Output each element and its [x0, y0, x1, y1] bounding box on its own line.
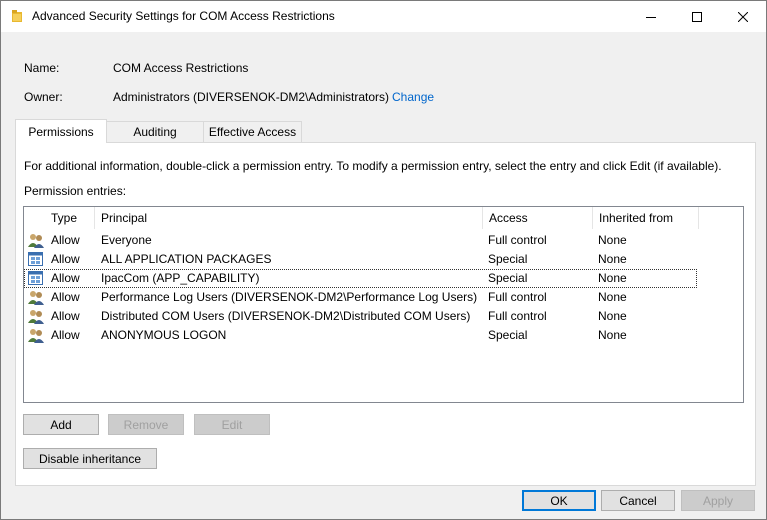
tab-permissions[interactable]: Permissions — [15, 119, 107, 143]
edit-button-label: Edit — [221, 417, 243, 432]
row-inherited: None — [598, 233, 627, 247]
row-inherited: None — [598, 252, 627, 266]
remove-button[interactable]: Remove — [108, 414, 184, 435]
column-header-inherited-from[interactable]: Inherited from — [593, 207, 699, 229]
apply-button[interactable]: Apply — [681, 490, 755, 511]
row-access: Full control — [488, 290, 547, 304]
row-type: Allow — [51, 328, 80, 342]
row-type: Allow — [51, 309, 80, 323]
name-label: Name: — [24, 61, 60, 75]
advanced-security-window: Advanced Security Settings for COM Acces… — [0, 0, 767, 520]
row-inherited: None — [598, 271, 627, 285]
user-group-icon — [28, 309, 44, 324]
title-bar[interactable]: Advanced Security Settings for COM Acces… — [1, 1, 766, 32]
apply-button-label: Apply — [702, 493, 734, 508]
info-text: For additional information, double-click… — [24, 159, 722, 173]
table-row[interactable]: Allow Distributed COM Users (DIVERSENOK-… — [24, 307, 697, 326]
tab-auditing[interactable]: Auditing — [106, 121, 204, 142]
user-group-icon — [28, 233, 44, 248]
cancel-button-label: Cancel — [619, 493, 657, 508]
disable-inheritance-button[interactable]: Disable inheritance — [23, 448, 157, 469]
tab-effective-access[interactable]: Effective Access — [203, 121, 302, 142]
row-principal: Distributed COM Users (DIVERSENOK-DM2\Di… — [101, 309, 471, 323]
table-row[interactable]: Allow Performance Log Users (DIVERSENOK-… — [24, 288, 697, 307]
row-type: Allow — [51, 252, 80, 266]
row-type: Allow — [51, 233, 80, 247]
table-row[interactable]: Allow IpacCom (APP_CAPABILITY) Special N… — [24, 269, 697, 288]
row-access: Special — [488, 328, 528, 342]
row-type: Allow — [51, 290, 80, 304]
column-header-inherited-from-label: Inherited from — [599, 211, 674, 225]
table-row[interactable]: Allow ANONYMOUS LOGON Special None — [24, 326, 697, 345]
row-principal: IpacCom (APP_CAPABILITY) — [101, 271, 260, 285]
permission-entries-label: Permission entries: — [24, 184, 127, 198]
name-value: COM Access Restrictions — [113, 61, 249, 75]
owner-value: Administrators (DIVERSENOK-DM2\Administr… — [113, 90, 390, 104]
row-access: Full control — [488, 233, 547, 247]
owner-label: Owner: — [24, 90, 63, 104]
minimize-icon — [646, 16, 656, 18]
column-header-type[interactable]: Type — [45, 207, 95, 229]
row-principal: Performance Log Users (DIVERSENOK-DM2\Pe… — [101, 290, 478, 304]
table-row[interactable]: Allow Everyone Full control None — [24, 231, 697, 250]
minimize-button[interactable] — [628, 1, 674, 32]
edit-button[interactable]: Edit — [194, 414, 270, 435]
column-header-access[interactable]: Access — [483, 207, 593, 229]
app-package-icon — [28, 252, 44, 267]
cancel-button[interactable]: Cancel — [601, 490, 675, 511]
add-button[interactable]: Add — [23, 414, 99, 435]
window-title: Advanced Security Settings for COM Acces… — [32, 9, 335, 23]
maximize-icon — [692, 11, 702, 22]
column-header-principal[interactable]: Principal — [95, 207, 483, 229]
row-access: Special — [488, 252, 528, 266]
row-principal: ANONYMOUS LOGON — [101, 328, 227, 342]
column-header-access-label: Access — [489, 211, 528, 225]
app-capability-icon — [28, 271, 44, 286]
row-access: Full control — [488, 309, 547, 323]
row-inherited: None — [598, 328, 627, 342]
user-group-icon — [28, 290, 44, 305]
ok-button-label: OK — [550, 493, 568, 508]
remove-button-label: Remove — [123, 417, 169, 432]
change-owner-link[interactable]: Change — [392, 90, 434, 104]
permission-entries-list[interactable]: Type Principal Access Inherited from All… — [23, 206, 744, 403]
row-principal: ALL APPLICATION PACKAGES — [101, 252, 272, 266]
tab-permissions-label: Permissions — [28, 124, 94, 139]
row-principal: Everyone — [101, 233, 152, 247]
row-inherited: None — [598, 309, 627, 323]
table-row[interactable]: Allow ALL APPLICATION PACKAGES Special N… — [24, 250, 697, 269]
tab-effective-access-label: Effective Access — [208, 125, 297, 139]
row-type: Allow — [51, 271, 80, 285]
row-inherited: None — [598, 290, 627, 304]
maximize-button[interactable] — [674, 1, 720, 32]
folder-icon — [12, 10, 22, 22]
add-button-label: Add — [50, 417, 72, 432]
disable-inheritance-button-label: Disable inheritance — [38, 451, 142, 466]
user-group-icon — [28, 328, 44, 343]
tab-auditing-label: Auditing — [133, 125, 177, 139]
close-icon — [738, 11, 748, 22]
column-header-principal-label: Principal — [101, 211, 148, 225]
ok-button[interactable]: OK — [522, 490, 596, 511]
column-header-type-label: Type — [51, 211, 78, 225]
row-access: Special — [488, 271, 528, 285]
close-button[interactable] — [720, 1, 766, 32]
